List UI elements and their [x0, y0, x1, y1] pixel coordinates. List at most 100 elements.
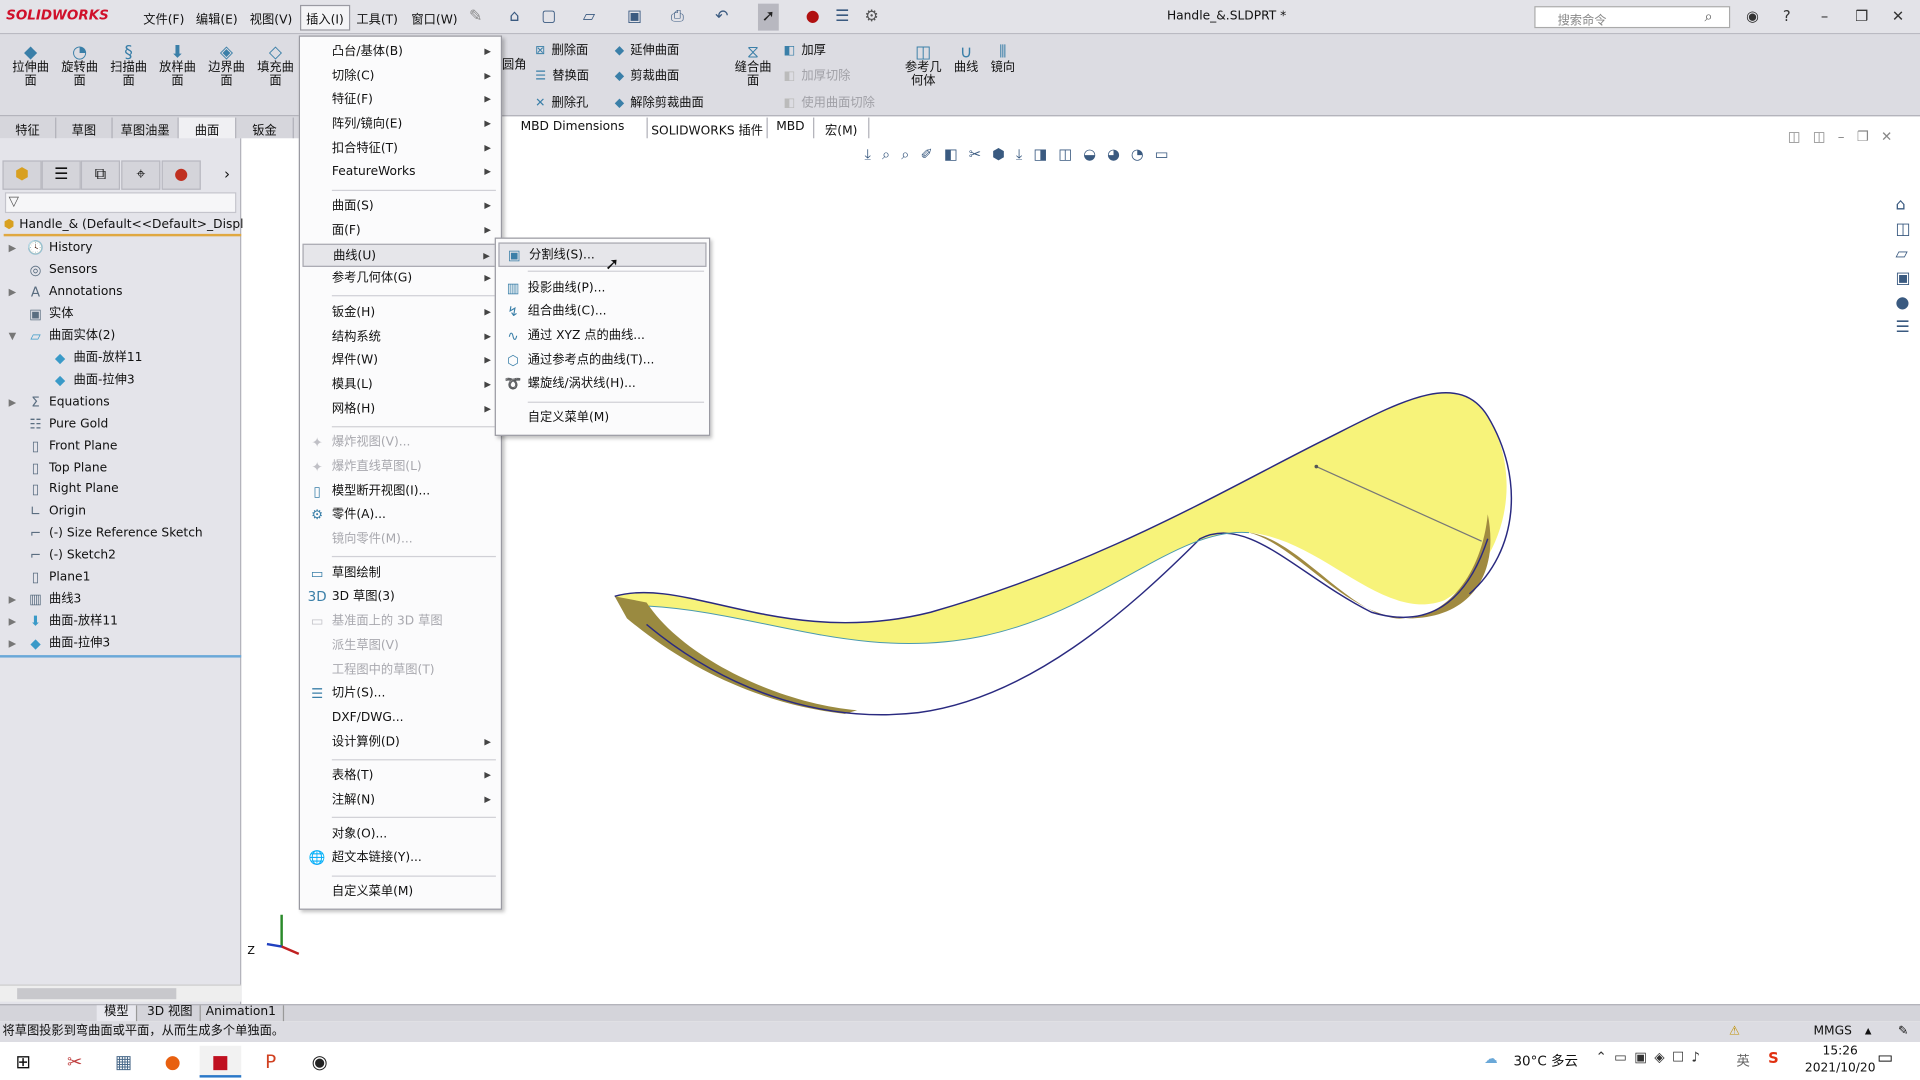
- menu-item[interactable]: ⬡ 通过参考点的曲线(T)...: [498, 349, 706, 373]
- menu-item[interactable]: 3D 3D 草图(3): [302, 586, 498, 610]
- menu-item[interactable]: 曲面(S) ▶: [302, 195, 498, 219]
- minimize-button[interactable]: –: [1821, 7, 1828, 24]
- replace-face-button[interactable]: ☰ 替换面: [535, 65, 589, 83]
- tree-item[interactable]: ∟ Origin: [0, 501, 240, 523]
- tree-item[interactable]: ☷ Pure Gold: [0, 413, 240, 435]
- tree-item[interactable]: ▯ Top Plane: [0, 457, 240, 479]
- undo-icon[interactable]: ↶: [715, 7, 728, 25]
- sogou-icon[interactable]: S: [1768, 1049, 1779, 1066]
- swept-surface-button[interactable]: § 扫描曲面: [105, 44, 152, 88]
- expand-arrow-icon[interactable]: ▶: [9, 633, 17, 655]
- menu-item[interactable]: ▭ 基准面上的 3D 草图: [302, 610, 498, 634]
- save-icon[interactable]: ▣: [627, 7, 642, 25]
- menu-item[interactable]: 钣金(H) ▶: [302, 301, 498, 325]
- menu-item[interactable]: 🌐 超文本链接(Y)...: [302, 847, 498, 871]
- menu-insert[interactable]: 插入(I): [300, 4, 350, 31]
- tab-7[interactable]: SOLIDWORKS 插件: [648, 117, 768, 139]
- home-icon[interactable]: ⌂: [509, 7, 519, 25]
- file-properties-icon[interactable]: ☰: [835, 7, 849, 25]
- tree-item[interactable]: ▶ A Annotations: [0, 282, 240, 304]
- search-commands-input[interactable]: 搜索命令: [1534, 6, 1731, 29]
- menu-item[interactable]: ✦ 爆炸视图(V)...: [302, 431, 498, 455]
- tag-icon[interactable]: ✎: [1898, 1021, 1908, 1042]
- tree-item[interactable]: ▶ Σ Equations: [0, 391, 240, 413]
- collapse-arrow-icon[interactable]: ▼: [9, 325, 17, 347]
- menu-item[interactable]: ⚙ 零件(A)...: [302, 504, 498, 528]
- task-pane-tabs[interactable]: ⌂ ◫ ▱ ▣ ● ☰: [1896, 193, 1920, 340]
- options-gear-icon[interactable]: ⚙: [864, 7, 878, 25]
- notification-icon[interactable]: ▭: [1877, 1048, 1893, 1068]
- thicken-button[interactable]: ◧ 加厚: [784, 39, 826, 57]
- tree-item[interactable]: ▯ Right Plane: [0, 479, 240, 501]
- solidworks-taskbar-icon[interactable]: ■: [199, 1045, 242, 1078]
- firefox-icon[interactable]: ●: [152, 1046, 194, 1078]
- menu-file[interactable]: 文件(F): [143, 9, 184, 27]
- tree-item[interactable]: ▯ Front Plane: [0, 435, 240, 457]
- expand-arrow-icon[interactable]: ▶: [9, 589, 17, 611]
- close-button[interactable]: ✕: [1892, 7, 1904, 24]
- menu-item[interactable]: 参考几何体(G) ▶: [302, 267, 498, 291]
- tab-animation1[interactable]: Animation1: [198, 1005, 285, 1022]
- menu-item[interactable]: ▣ 分割线(S)...: [498, 242, 707, 267]
- restore-button[interactable]: ❐: [1855, 7, 1868, 24]
- delete-face-button[interactable]: ⊠ 删除面: [535, 39, 588, 57]
- tree-item[interactable]: ▶ ⬇ 曲面-放样11: [0, 611, 240, 633]
- thickened-cut-button[interactable]: ◧ 加厚切除: [784, 65, 851, 83]
- tab-3[interactable]: 曲面: [178, 117, 237, 139]
- windows-start-icon[interactable]: ⊞: [2, 1046, 44, 1078]
- tree-item[interactable]: ◆ 曲面-拉伸3: [0, 369, 240, 391]
- menu-item[interactable]: 工程图中的草图(T): [302, 658, 498, 682]
- tab-model[interactable]: 模型: [96, 1005, 138, 1022]
- menu-item[interactable]: ✦ 爆炸直线草图(L): [302, 456, 498, 480]
- tab-3d-view[interactable]: 3D 视图: [140, 1005, 202, 1022]
- menu-item[interactable]: 镜向零件(M)...: [302, 528, 498, 552]
- menu-item[interactable]: 阵列/镜向(E) ▶: [302, 113, 498, 137]
- tab-9[interactable]: 宏(M): [814, 117, 870, 139]
- filled-surface-button[interactable]: ◇ 填充曲面: [252, 44, 299, 88]
- knit-surface-button[interactable]: ⧖ 缝合曲面: [730, 44, 777, 88]
- menu-item[interactable]: 凸台/基体(B) ▶: [302, 40, 498, 64]
- search-icon[interactable]: ⌕: [1705, 7, 1713, 25]
- expand-arrow-icon[interactable]: ▶: [9, 391, 17, 413]
- help-icon[interactable]: ?: [1783, 7, 1791, 24]
- menu-item[interactable]: ▯ 模型断开视图(I)...: [302, 480, 498, 504]
- tree-root-part[interactable]: ⬢ Handle_& (Default<<Default>_Displ: [3, 214, 244, 237]
- expand-arrow-icon[interactable]: ▶: [9, 611, 17, 633]
- menu-item[interactable]: 表格(T) ▶: [302, 764, 498, 788]
- tree-item[interactable]: ◆ 曲面-放样11: [0, 347, 240, 369]
- tab-2[interactable]: 草图油墨: [113, 117, 179, 139]
- tree-filter-input[interactable]: ▽: [4, 192, 237, 214]
- heads-up-view-toolbar[interactable]: ⤓⌕⌕✐◧✂⬢⤓◨◫◒◕◔▭: [864, 146, 1179, 164]
- menu-window[interactable]: 窗口(W): [411, 9, 457, 27]
- menu-item[interactable]: 注解(N) ▶: [302, 789, 498, 813]
- tab-8[interactable]: MBD: [768, 117, 815, 139]
- menu-tools[interactable]: 工具(T): [356, 9, 398, 27]
- system-tray-icons[interactable]: ⌃▭▣◈☐♪: [1596, 1049, 1708, 1065]
- weather-text[interactable]: 30°C 多云: [1513, 1051, 1578, 1071]
- tree-item[interactable]: ▶ 🕓 History: [0, 238, 240, 260]
- menu-view[interactable]: 视图(V): [250, 9, 292, 27]
- menu-item[interactable]: 自定义菜单(M): [498, 407, 706, 431]
- snipping-tool-icon[interactable]: ✂: [54, 1046, 96, 1078]
- menu-item[interactable]: FeatureWorks ▶: [302, 161, 498, 185]
- lofted-surface-button[interactable]: ⬇ 放样曲面: [154, 44, 201, 88]
- display-manager-tab[interactable]: ●: [161, 160, 201, 190]
- tree-item[interactable]: ▼ ▱ 曲面实体(2): [0, 325, 240, 347]
- user-icon[interactable]: ◉: [1746, 7, 1759, 24]
- select-cursor-icon[interactable]: ➚: [757, 3, 779, 31]
- menu-item[interactable]: 模具(L) ▶: [302, 373, 498, 397]
- menu-item[interactable]: DXF/DWG...: [302, 706, 498, 730]
- curves-button[interactable]: ∪ 曲线: [948, 44, 985, 75]
- menu-item[interactable]: ∿ 通过 XYZ 点的曲线...: [498, 325, 706, 349]
- units-caret-icon[interactable]: ▲: [1865, 1021, 1872, 1042]
- print-icon[interactable]: ⎙: [671, 7, 684, 25]
- reference-geometry-button[interactable]: ◫ 参考几何体: [900, 44, 947, 88]
- rebuild-icon[interactable]: ●: [806, 7, 820, 25]
- menu-item[interactable]: ☰ 切片(S)...: [302, 682, 498, 706]
- fillet-partial-button[interactable]: 圆角: [502, 54, 526, 72]
- ime-indicator[interactable]: 英: [1736, 1051, 1749, 1071]
- tab-6[interactable]: MBD Dimensions: [498, 117, 648, 139]
- mirror-button[interactable]: ⫴ 镜向: [984, 44, 1021, 75]
- tree-item[interactable]: ▶ ▥ 曲线3: [0, 589, 240, 611]
- pin-icon[interactable]: ✎: [469, 7, 482, 25]
